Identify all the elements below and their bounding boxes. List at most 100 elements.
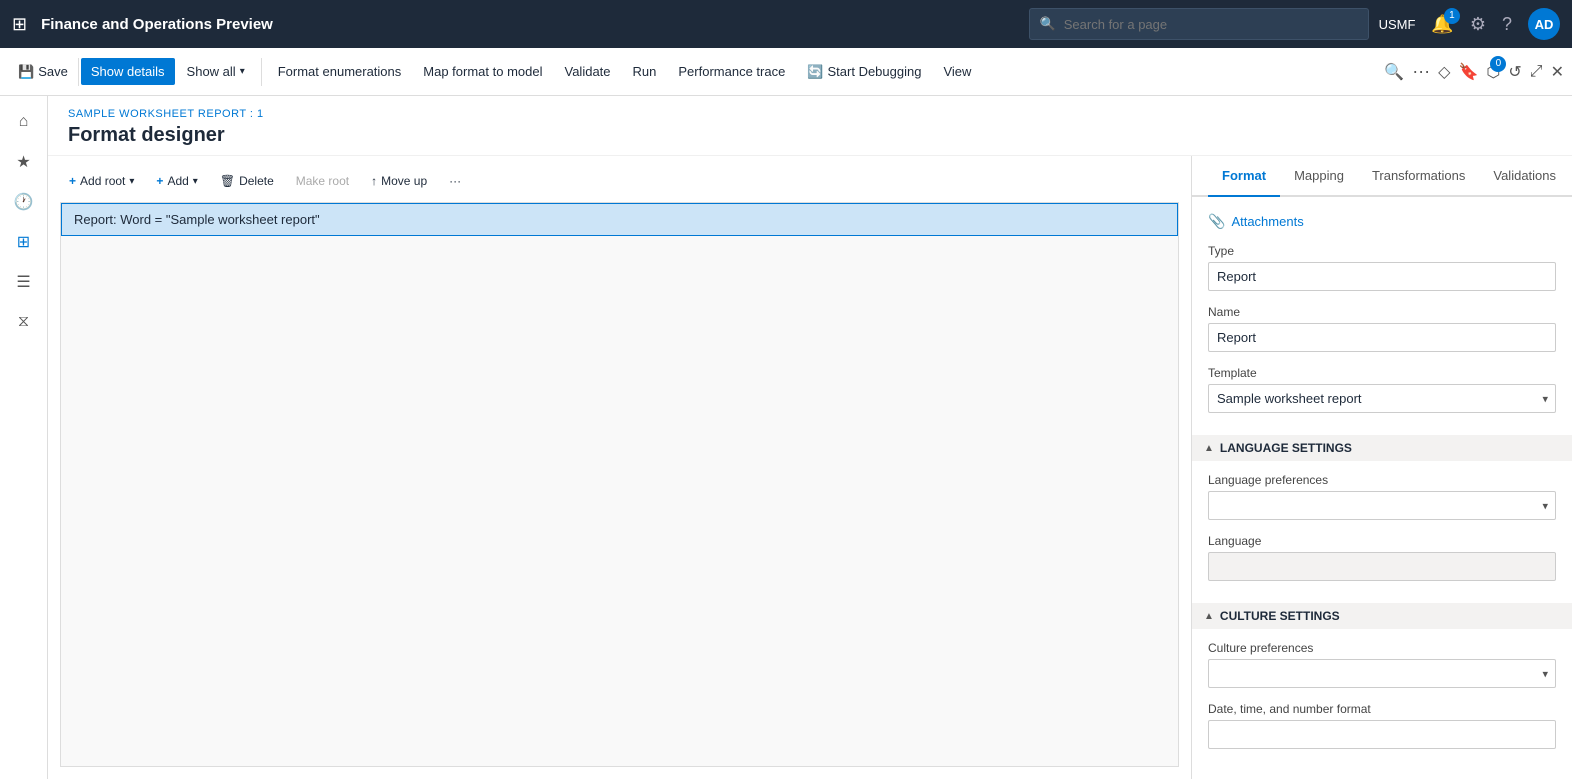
grid-icon[interactable]: ⊞	[12, 14, 27, 35]
sidebar-home[interactable]: ⌂	[6, 104, 42, 140]
attachments-link[interactable]: 📎 Attachments	[1208, 213, 1556, 230]
view-button[interactable]: View	[933, 58, 981, 85]
tab-format[interactable]: Format	[1208, 156, 1280, 197]
culture-prefs-group: Culture preferences ▾	[1208, 641, 1556, 688]
sidebar-recent[interactable]: 🕐	[6, 184, 42, 220]
tab-mapping[interactable]: Mapping	[1280, 156, 1358, 197]
performance-trace-label: Performance trace	[678, 64, 785, 79]
designer-area: + Add root ▾ + Add ▾ 🗑 Delete Make ro	[48, 156, 1572, 779]
datetime-group: Date, time, and number format	[1208, 702, 1556, 749]
start-debugging-label: Start Debugging	[828, 64, 922, 79]
template-select-wrapper: Sample worksheet report ▾	[1208, 384, 1556, 413]
show-all-label: Show all	[187, 64, 236, 79]
props-content: 📎 Attachments Type Name Template	[1192, 197, 1572, 775]
view-label: View	[943, 64, 971, 79]
culture-settings-label: CULTURE SETTINGS	[1220, 609, 1340, 623]
format-toolbar: + Add root ▾ + Add ▾ 🗑 Delete Make ro	[60, 168, 1179, 194]
culture-settings-section[interactable]: ▲ CULTURE SETTINGS	[1192, 603, 1572, 629]
add-root-button[interactable]: + Add root ▾	[60, 168, 143, 194]
format-panel: + Add root ▾ + Add ▾ 🗑 Delete Make ro	[48, 156, 1192, 779]
template-select[interactable]: Sample worksheet report	[1208, 384, 1556, 413]
name-label: Name	[1208, 305, 1556, 319]
move-up-label: Move up	[381, 174, 427, 188]
format-enumerations-button[interactable]: Format enumerations	[268, 58, 412, 85]
tab-transformations[interactable]: Transformations	[1358, 156, 1479, 197]
toolbar-right: 🔍 ··· ◇ 🔖 0 ⬡ ↺ ⤢ ✕	[1384, 61, 1564, 82]
properties-panel: Format Mapping Transformations Validatio…	[1192, 156, 1572, 779]
search-toolbar-icon[interactable]: 🔍	[1384, 62, 1404, 82]
tab-validations[interactable]: Validations	[1479, 156, 1570, 197]
help-icon[interactable]: ?	[1502, 14, 1512, 35]
tree-item-label: Report: Word = "Sample worksheet report"	[74, 212, 320, 227]
culture-prefs-select[interactable]	[1208, 659, 1556, 688]
run-label: Run	[633, 64, 657, 79]
notification-badge: 1	[1444, 8, 1460, 24]
validate-button[interactable]: Validate	[555, 58, 621, 85]
tab-transformations-label: Transformations	[1372, 168, 1465, 183]
tab-validations-label: Validations	[1493, 168, 1556, 183]
attachments-label: Attachments	[1231, 214, 1303, 229]
breadcrumb: SAMPLE WORKSHEET REPORT : 1	[68, 108, 1552, 120]
clip-icon: 📎	[1208, 213, 1225, 230]
datetime-input[interactable]	[1208, 720, 1556, 749]
settings-icon[interactable]: ⚙	[1470, 14, 1486, 35]
sidebar-filter[interactable]: ⧖	[6, 304, 42, 340]
add-root-label: Add root	[80, 174, 125, 188]
type-input[interactable]	[1208, 262, 1556, 291]
more-options-button[interactable]: ···	[1412, 61, 1430, 82]
add-button[interactable]: + Add ▾	[147, 168, 206, 194]
apps-icon[interactable]: 0 ⬡	[1486, 62, 1500, 82]
run-button[interactable]: Run	[623, 58, 667, 85]
avatar[interactable]: AD	[1528, 8, 1560, 40]
show-details-button[interactable]: Show details	[81, 58, 175, 85]
type-label: Type	[1208, 244, 1556, 258]
toolbar-separator-1	[261, 58, 262, 86]
sidebar-list[interactable]: ☰	[6, 264, 42, 300]
add-plus: +	[156, 174, 163, 188]
make-root-button[interactable]: Make root	[287, 168, 358, 194]
tree-item[interactable]: Report: Word = "Sample worksheet report"	[61, 203, 1178, 236]
language-prefs-label: Language preferences	[1208, 473, 1556, 487]
template-label: Template	[1208, 366, 1556, 380]
delete-button[interactable]: 🗑 Delete	[211, 168, 283, 194]
language-settings-section[interactable]: ▲ LANGUAGE SETTINGS	[1192, 435, 1572, 461]
save-button[interactable]: 💾 Save	[8, 58, 79, 86]
diamond-icon[interactable]: ◇	[1438, 62, 1450, 82]
start-debugging-button[interactable]: 🔄 Start Debugging	[797, 58, 931, 86]
sidebar-workspaces[interactable]: ⊞	[6, 224, 42, 260]
search-bar[interactable]: 🔍	[1029, 8, 1369, 40]
page-header: SAMPLE WORKSHEET REPORT : 1 Format desig…	[48, 96, 1572, 156]
search-icon: 🔍	[1040, 16, 1056, 32]
language-input[interactable]	[1208, 552, 1556, 581]
usmf-label: USMF	[1379, 17, 1416, 32]
panel-tabs: Format Mapping Transformations Validatio…	[1192, 156, 1572, 197]
delete-icon: 🗑	[220, 174, 235, 188]
format-tree: Report: Word = "Sample worksheet report"	[60, 202, 1179, 767]
show-all-button[interactable]: Show all ▾	[177, 58, 255, 85]
move-up-button[interactable]: ↑ Move up	[362, 168, 436, 194]
performance-trace-button[interactable]: Performance trace	[668, 58, 795, 85]
refresh-icon[interactable]: ↺	[1508, 62, 1521, 82]
left-sidebar: ⌂ ★ 🕐 ⊞ ☰ ⧖	[0, 96, 48, 779]
map-format-label: Map format to model	[423, 64, 542, 79]
language-prefs-select[interactable]	[1208, 491, 1556, 520]
open-new-icon[interactable]: ⤢	[1530, 63, 1543, 81]
close-icon[interactable]: ✕	[1551, 62, 1564, 82]
name-input[interactable]	[1208, 323, 1556, 352]
language-group: Language	[1208, 534, 1556, 581]
top-nav: ⊞ Finance and Operations Preview 🔍 USMF …	[0, 0, 1572, 48]
bookmark-icon[interactable]: 🔖	[1458, 62, 1478, 82]
main-layout: ⌂ ★ 🕐 ⊞ ☰ ⧖ SAMPLE WORKSHEET REPORT : 1 …	[0, 96, 1572, 779]
name-group: Name	[1208, 305, 1556, 352]
add-root-plus: +	[69, 174, 76, 188]
notification-button[interactable]: 🔔 1	[1431, 14, 1453, 35]
culture-prefs-select-wrapper: ▾	[1208, 659, 1556, 688]
sidebar-favorites[interactable]: ★	[6, 144, 42, 180]
tab-format-label: Format	[1222, 168, 1266, 183]
more-format-button[interactable]: ···	[440, 168, 470, 194]
more-format-label: ···	[449, 174, 461, 188]
app-title: Finance and Operations Preview	[41, 16, 1018, 33]
search-input[interactable]	[1064, 17, 1358, 32]
map-format-button[interactable]: Map format to model	[413, 58, 552, 85]
make-root-label: Make root	[296, 174, 349, 188]
